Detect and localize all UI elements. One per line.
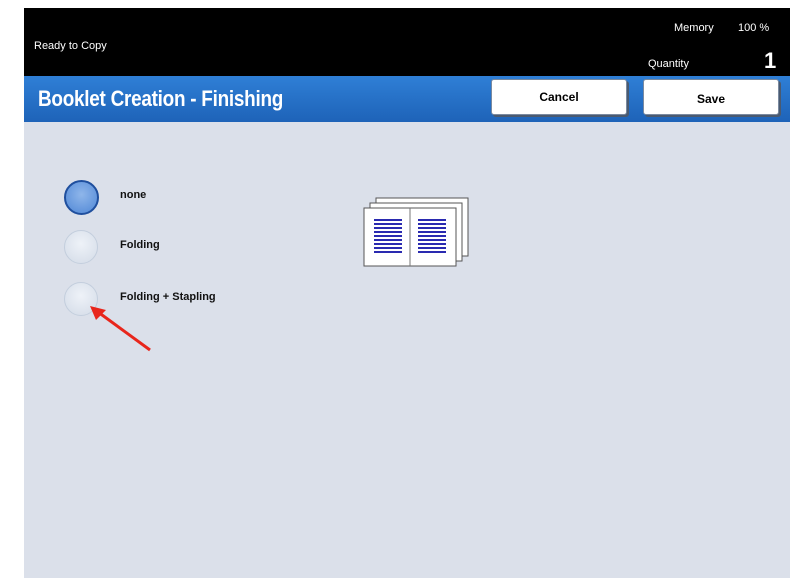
option-label-folding: Folding (120, 239, 160, 251)
booklet-icon (363, 197, 469, 267)
option-label-none: none (120, 189, 147, 201)
memory-value: 100 % (738, 22, 770, 34)
radio-button-none[interactable] (64, 180, 99, 215)
memory-label: Memory (674, 22, 714, 34)
copier-screen: Ready to Copy Memory 100 % Quantity 1 Bo… (24, 8, 790, 578)
red-arrow-icon (90, 306, 151, 352)
quantity-value: 1 (764, 48, 777, 73)
machine-status: Ready to Copy (34, 40, 107, 52)
cancel-button[interactable]: Cancel (491, 79, 627, 115)
radio-button-folding[interactable] (64, 230, 98, 264)
page-title: Booklet Creation - Finishing (38, 86, 284, 111)
status-bar: Ready to Copy Memory 100 % Quantity 1 (24, 8, 790, 76)
save-button[interactable]: Save (643, 79, 779, 115)
quantity-label: Quantity (648, 58, 689, 70)
finishing-options-panel: none Folding Folding + Stapling (24, 122, 790, 578)
